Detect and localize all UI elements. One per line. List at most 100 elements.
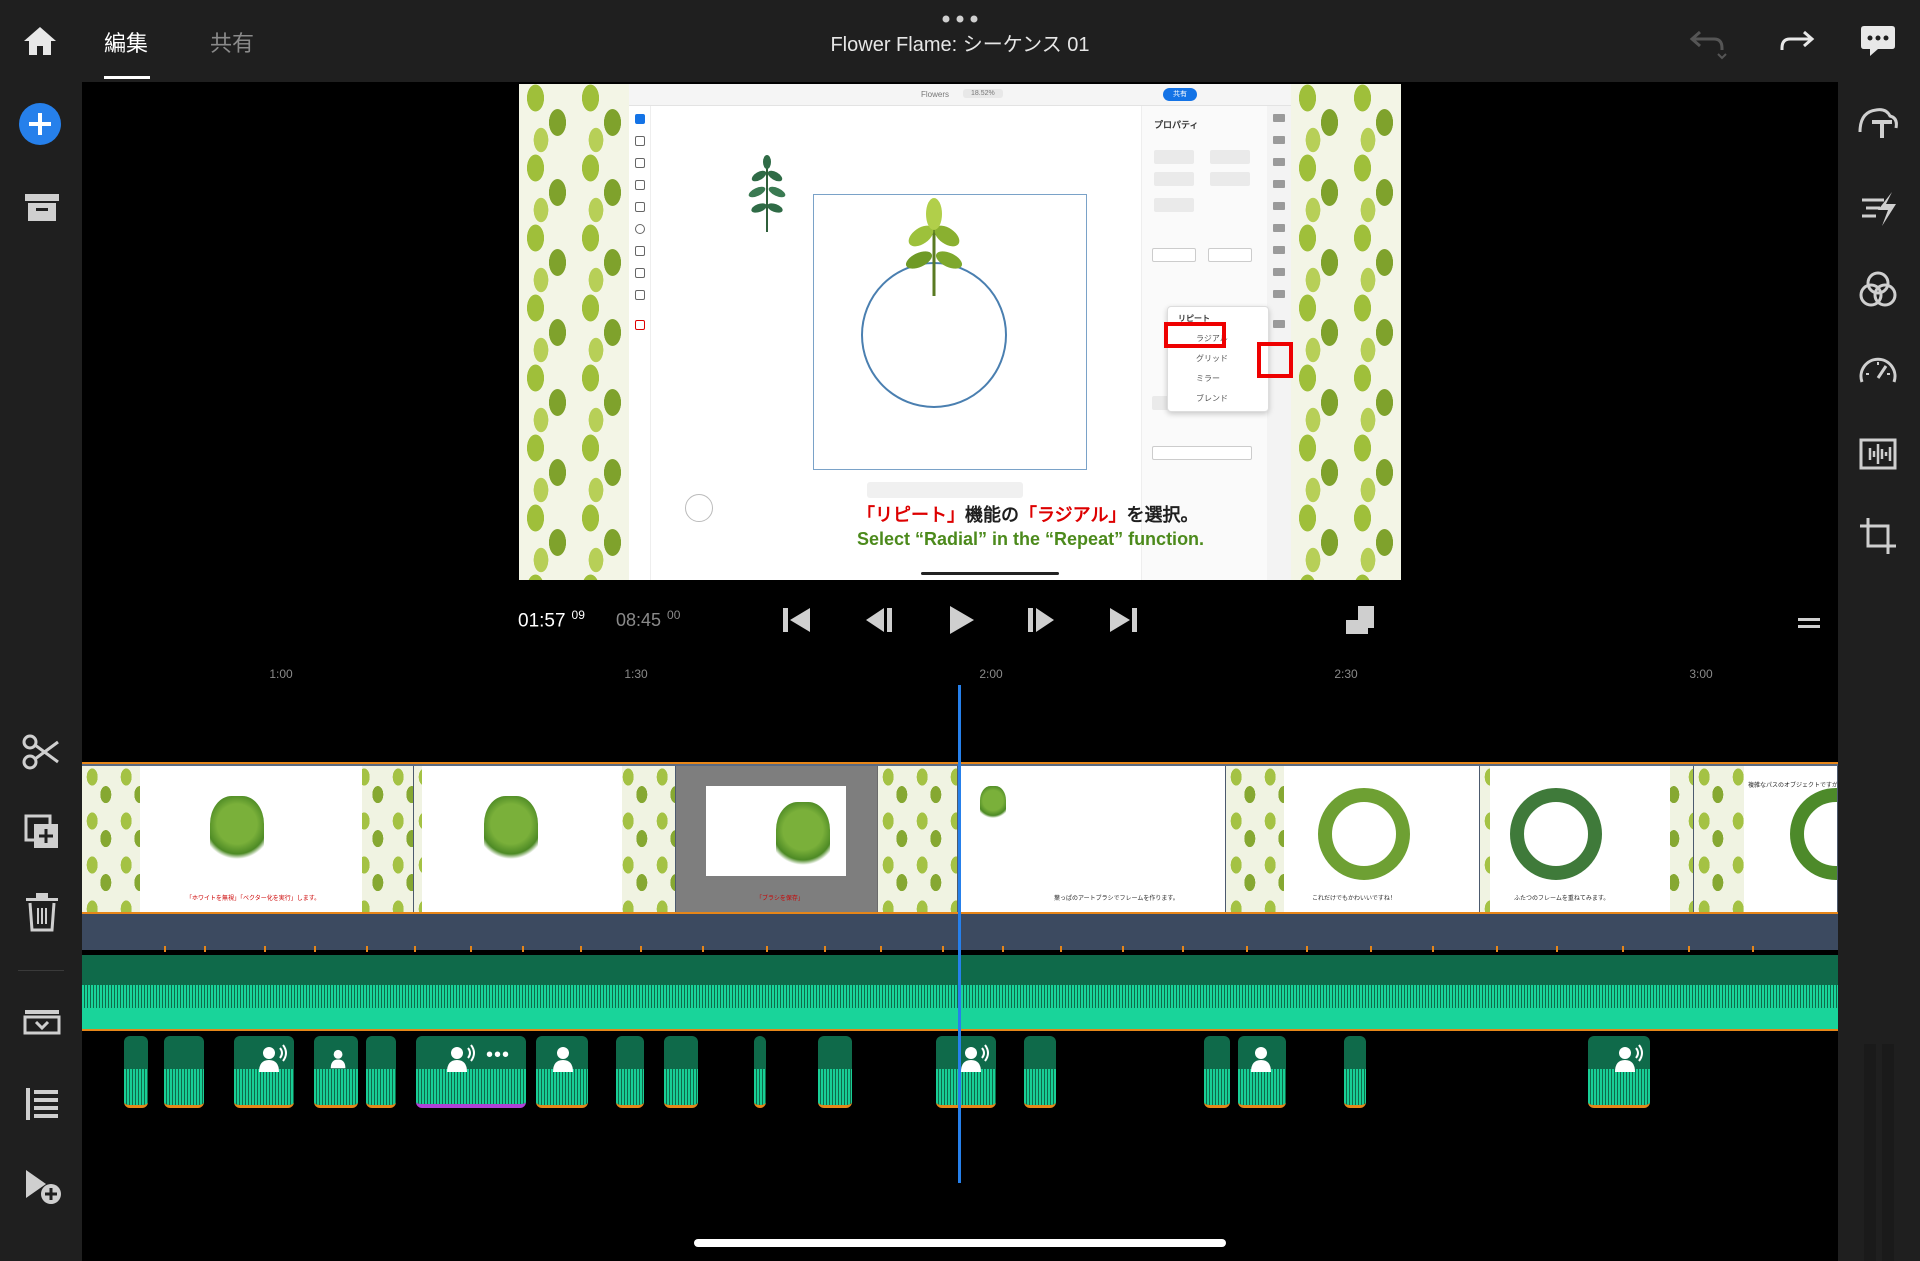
home-icon[interactable] [22,24,58,58]
thumb-leaf-image [484,796,538,866]
video-thumbnail[interactable] [414,766,676,912]
ruler-label: 2:00 [979,667,1003,681]
rotation-field [1154,198,1194,212]
voiceover-icon [1251,1047,1271,1072]
thumb-caption: これだけでもかわいいですね！ [1312,896,1396,902]
home-indicator[interactable] [694,1239,1226,1247]
timeline-tick [314,946,316,952]
duplicate-icon[interactable] [20,810,64,854]
voice-clip[interactable] [664,1036,698,1108]
voice-clip[interactable] [314,1036,358,1108]
ruler-label: 2:30 [1334,667,1358,681]
caption-english: Select “Radial” in the “Repeat” function… [857,529,1205,549]
voiceover-icon [330,1049,346,1069]
project-title[interactable]: Flower Flame: シーケンス 01 [560,28,1360,57]
audio-meter-left [1864,1044,1876,1261]
height-field [1154,172,1194,186]
trash-icon[interactable] [20,890,64,934]
timeline-tick [522,946,524,952]
repeat-option-mirror: ミラー [1196,374,1220,383]
fill-swatch [1208,248,1252,262]
voice-clip[interactable] [1238,1036,1286,1108]
voice-clip[interactable] [536,1036,588,1108]
x-field [1210,150,1250,164]
video-thumbnail[interactable]: 「ホワイトを無視」「ベクター化を実行」します。 [82,766,414,912]
step-forward-icon[interactable] [1022,600,1060,640]
timeline-tick [1306,946,1308,952]
video-preview[interactable]: Flowers 18.52% 共有 プロパティ リピート ラジアル グリッド ミ… [519,84,1401,580]
timeline-tick [1370,946,1372,952]
video-thumbnail[interactable]: 複雑なパスのオブジェクトですが [1694,766,1838,912]
timeline-tick [880,946,882,952]
voiceover-icon [447,1044,475,1072]
voice-clip[interactable] [818,1036,852,1108]
voice-clip[interactable] [1344,1036,1366,1108]
voice-clip[interactable] [1024,1036,1056,1108]
type-icon [1273,290,1285,298]
tab-edit[interactable]: 編集 [104,26,148,58]
audio-waveform-icon[interactable] [1856,432,1900,476]
timeline-tick [1182,946,1184,952]
redo-icon[interactable] [1776,22,1816,60]
voice-clip[interactable] [234,1036,294,1108]
crop-icon[interactable] [1856,514,1900,558]
archive-box-icon[interactable] [20,186,64,230]
undo-icon[interactable] [1688,22,1728,60]
play-icon[interactable] [942,600,980,640]
tab-share[interactable]: 共有 [210,26,254,58]
current-frames: 09 [571,608,585,622]
video-thumbnail[interactable]: これだけでもかわいいですね！ [1226,766,1480,912]
voice-clip[interactable] [1588,1036,1650,1108]
skip-to-end-icon[interactable] [1104,600,1142,640]
select-tool-icon [635,114,645,124]
clip-waveform [1204,1069,1230,1105]
highlight-box-radial [1164,322,1226,348]
voice-clip[interactable] [124,1036,148,1108]
video-thumbnail[interactable]: 葉っぱのアートブラシでフレームを作ります。 [958,766,1226,912]
clip-waveform [1588,1069,1650,1105]
color-circles-icon[interactable] [1856,268,1900,312]
voiceover-icon [553,1047,573,1072]
pen-tool-icon [635,158,645,168]
video-thumbnail[interactable]: ふたつのフレームを重ねてみます。 [1480,766,1694,912]
timeline-tick [1752,946,1754,952]
text-overlay-icon[interactable] [1856,102,1900,146]
place-tool-icon [635,268,645,278]
caption-jp-part: を選択。 [1126,505,1199,525]
toolbar-divider [18,970,64,971]
total-frames: 00 [667,608,681,622]
timeline-tick [1002,946,1004,952]
playhead[interactable] [958,685,961,1183]
skip-to-start-icon[interactable] [778,600,816,640]
voice-clip[interactable] [754,1036,766,1108]
voice-clip[interactable] [366,1036,396,1108]
aspect-ratio-icon[interactable] [1342,600,1380,640]
track-list-icon[interactable] [20,1000,64,1044]
add-to-timeline-icon[interactable] [20,1164,64,1208]
plus-circle-icon[interactable] [18,102,62,146]
voice-clip[interactable] [936,1036,996,1108]
voice-clip[interactable] [164,1036,204,1108]
video-thumbnail[interactable]: 「ブラシを保存」 [676,766,878,912]
clip-waveform [1344,1069,1366,1105]
transition-icon[interactable] [1856,186,1900,230]
voice-clip[interactable] [1204,1036,1230,1108]
more-options-icon[interactable] [940,14,980,24]
step-back-icon[interactable] [860,600,898,640]
voice-clip[interactable] [616,1036,644,1108]
list-icon[interactable] [20,1082,64,1126]
speedometer-icon[interactable] [1856,350,1900,394]
color-swatch-icon [635,320,645,330]
timeline-tick [702,946,704,952]
timeline-menu-icon[interactable] [1798,616,1820,630]
video-thumbnail[interactable] [878,766,958,912]
comments-icon[interactable] [1858,22,1898,60]
shape-tool-icon [635,224,645,234]
timeline-tick [264,946,266,952]
thumb-caption: 「ブラシを保存」 [756,896,804,902]
clip-waveform [536,1069,588,1105]
combine-icon [1273,224,1285,232]
properties-title: プロパティ [1154,120,1199,130]
scissors-icon[interactable] [20,730,64,774]
clip-more-icon[interactable]: ••• [486,1044,510,1067]
